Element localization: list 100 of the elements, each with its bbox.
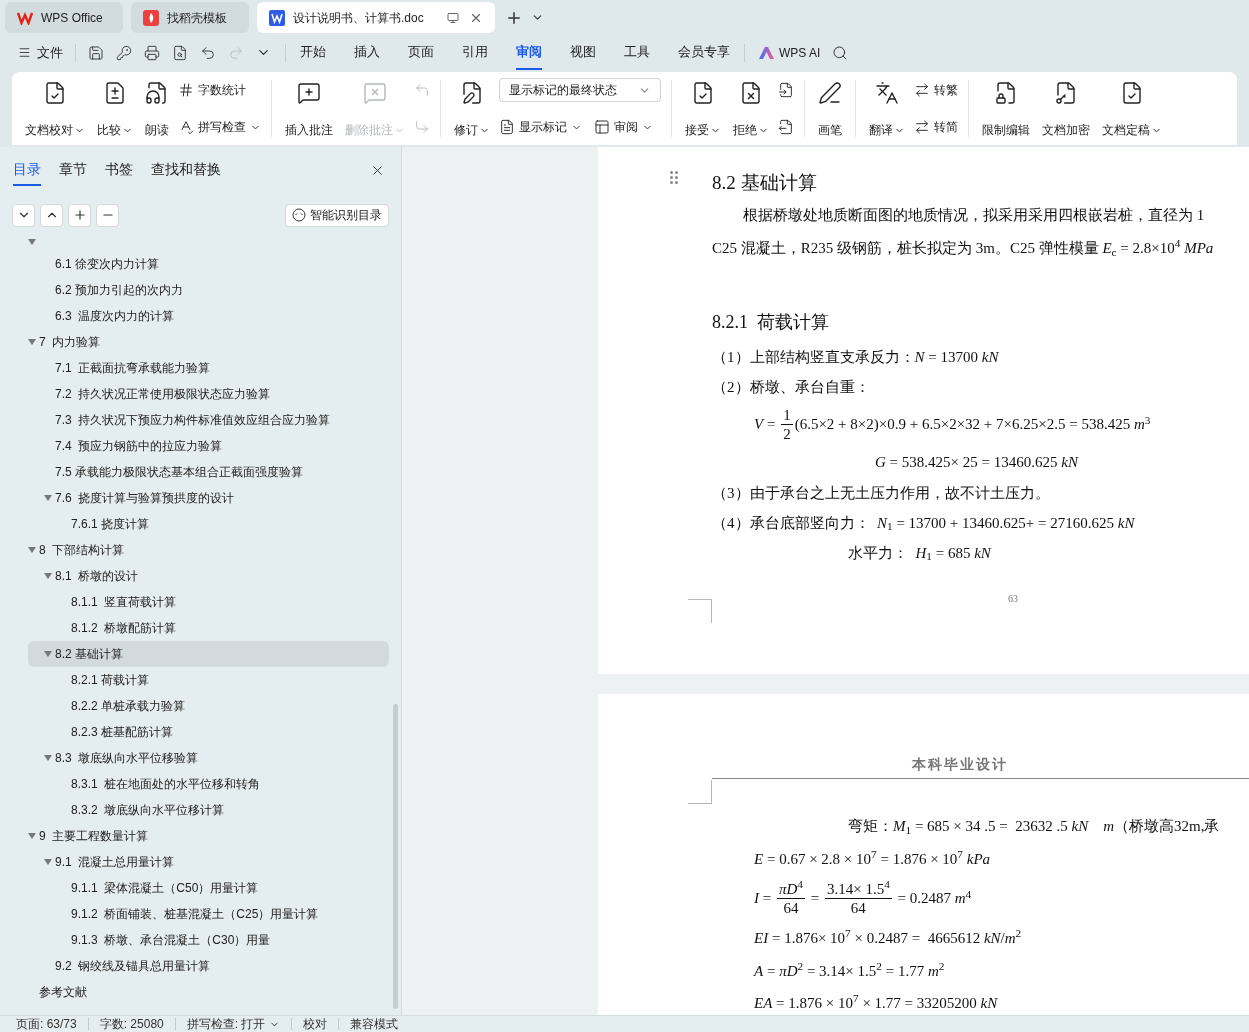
expanded-triangle-icon[interactable] — [44, 651, 52, 657]
outline-item[interactable]: 8.2.3 桩基配筋计算 — [28, 719, 389, 745]
app-tab[interactable]: 设计说明书、计算书.doc — [257, 2, 495, 33]
add-button[interactable] — [68, 203, 91, 227]
ribbon-button[interactable]: 转繁 — [914, 78, 958, 102]
expanded-triangle-icon[interactable] — [44, 859, 52, 865]
outline-item[interactable]: 7.6.1 挠度计算 — [28, 511, 389, 537]
outline-item[interactable]: 9.1.2 桥面铺装、桩基混凝土（C25）用量计算 — [28, 901, 389, 927]
print-preview-icon[interactable] — [172, 44, 188, 61]
menu-icon[interactable] — [18, 46, 31, 59]
ribbon-button[interactable]: 文档定稿 — [1099, 78, 1165, 139]
outline-item[interactable]: 9.1.1 梁体混凝土（C50）用量计算 — [28, 875, 389, 901]
outline-item[interactable]: 参考文献 — [28, 979, 389, 1005]
drag-handle-icon[interactable] — [670, 171, 678, 184]
app-tab[interactable]: WPS Office — [5, 2, 123, 33]
outline-item[interactable]: 7.4 预应力钢筋中的拉应力验算 — [28, 433, 389, 459]
outline-item[interactable]: 8.2 基础计算 — [28, 641, 389, 667]
status-item[interactable]: 字数: 25080 — [99, 1015, 164, 1032]
scrollbar[interactable] — [393, 704, 398, 1009]
ribbon-tab[interactable]: 视图 — [570, 35, 596, 70]
outline-item[interactable]: 8.2.1 荷载计算 — [28, 667, 389, 693]
markup-select[interactable]: 显示标记的最终状态 — [499, 78, 661, 102]
list-item: （3）由于承台之上无土压力作用，故不计土压力。 — [712, 483, 1051, 503]
outline-item[interactable]: 9 主要工程数量计算 — [28, 823, 389, 849]
ribbon-button[interactable]: 插入批注 — [282, 78, 336, 139]
save-icon[interactable] — [88, 44, 104, 61]
fraction: πD$^{4}$ 64 — [776, 880, 805, 917]
ribbon-tab[interactable]: 引用 — [462, 35, 488, 70]
undo-icon[interactable] — [200, 44, 216, 61]
outline-item[interactable]: 6.3 温度次内力的计算 — [28, 303, 389, 329]
expanded-triangle-icon[interactable] — [28, 833, 36, 839]
outline-item[interactable]: 7.6 挠度计算与验算预拱度的设计 — [28, 485, 389, 511]
expanded-triangle-icon[interactable] — [44, 495, 52, 501]
search-icon[interactable] — [832, 44, 849, 61]
panel-tab[interactable]: 查找和替换 — [151, 154, 221, 186]
ribbon-button[interactable]: 修订 — [451, 78, 493, 139]
remove-button[interactable] — [96, 203, 119, 227]
ribbon-tab[interactable]: 会员专享 — [678, 35, 730, 70]
outline-item[interactable]: 9.2 钢绞线及锚具总用量计算 — [28, 953, 389, 979]
outline-item[interactable]: 8 下部结构计算 — [28, 537, 389, 563]
status-item[interactable]: 兼容模式 — [350, 1015, 399, 1032]
ribbon-button[interactable]: 画笔 — [815, 78, 845, 139]
status-item[interactable]: 拼写检查: 打开 — [186, 1015, 281, 1032]
equation-text: EA = 1.876 × 10$^{7}$ × 1.77 = 33205200 kN — [754, 992, 998, 1013]
expanded-triangle-icon[interactable] — [28, 239, 36, 245]
panel-tab[interactable]: 目录 — [13, 154, 41, 186]
outline-item[interactable]: 8.1 桥墩的设计 — [28, 563, 389, 589]
panel-tab[interactable]: 书签 — [105, 154, 133, 186]
smart-toc-button[interactable]: 智能识别目录 — [285, 203, 389, 227]
expand-down-button[interactable] — [12, 203, 35, 227]
expanded-triangle-icon[interactable] — [28, 339, 36, 345]
ribbon-button[interactable]: 文档加密 — [1039, 78, 1093, 139]
file-menu[interactable]: 文件 — [37, 42, 63, 63]
outline-item[interactable]: 9.1.3 桥墩、承台混凝土（C30）用量 — [28, 927, 389, 953]
outline-item[interactable]: 8.2.2 单桩承载力验算 — [28, 693, 389, 719]
outline-item[interactable]: 7.1 正截面抗弯承载能力验算 — [28, 355, 389, 381]
outline-item[interactable]: 7.2 持久状况正常使用极限状态应力验算 — [28, 381, 389, 407]
ribbon-button[interactable]: 文档校对 — [22, 78, 88, 139]
ribbon-tab[interactable]: 工具 — [624, 35, 650, 70]
outline-item[interactable]: 7.3 持久状况下预应力构件标准值效应组合应力验算 — [28, 407, 389, 433]
paragraph-line: 根据桥墩处地质断面图的地质情况，拟采用采用四根嵌岩桩，直径为 1 — [742, 206, 1206, 225]
ribbon-button[interactable]: 显示标记 — [499, 115, 582, 139]
panel-tab[interactable]: 章节 — [59, 154, 87, 186]
expanded-triangle-icon[interactable] — [44, 573, 52, 579]
expanded-triangle-icon[interactable] — [44, 755, 52, 761]
ribbon-button[interactable]: 限制编辑 — [979, 78, 1033, 139]
ribbon-tab[interactable]: 开始 — [300, 35, 326, 70]
app-tab[interactable]: 找稻壳模板 — [131, 2, 249, 33]
ai-button[interactable]: WPS AI — [759, 43, 821, 62]
ribbon-tab[interactable]: 页面 — [408, 35, 434, 70]
key-icon[interactable] — [116, 44, 132, 61]
status-item[interactable]: 校对 — [303, 1015, 328, 1032]
outline-item[interactable]: 8.1.1 竖直荷载计算 — [28, 589, 389, 615]
outline-item[interactable]: 7 内力验算 — [28, 329, 389, 355]
print-icon[interactable] — [144, 44, 160, 61]
collapse-up-button[interactable] — [40, 203, 63, 227]
ribbon-button[interactable]: 字数统计 — [178, 78, 246, 102]
ribbon-tab[interactable]: 审阅 — [516, 35, 542, 70]
page-number: 63 — [1008, 592, 1018, 606]
outline-item[interactable]: 6.1 徐变次内力计算 — [28, 251, 389, 277]
ribbon-button[interactable]: 审阅 — [594, 115, 653, 139]
outline-item[interactable]: 8.3.2 墩底纵向水平位移计算 — [28, 797, 389, 823]
previous-comment-icon — [414, 82, 430, 98]
outline-item[interactable]: 8.3 墩底纵向水平位移验算 — [28, 745, 389, 771]
ribbon-button[interactable]: 朗读 — [142, 78, 172, 139]
ribbon-button[interactable]: 拼写检查 — [178, 115, 261, 139]
ribbon-button[interactable]: 接受 — [682, 78, 724, 139]
status-item[interactable]: 页面: 63/73 — [16, 1015, 77, 1032]
outline-item[interactable]: 7.5 承载能力极限状态基本组合正截面强度验算 — [28, 459, 389, 485]
ribbon-button[interactable]: 翻译 — [866, 78, 908, 139]
outline-item[interactable]: 8.3.1 桩在地面处的水平位移和转角 — [28, 771, 389, 797]
ribbon-tab[interactable]: 插入 — [354, 35, 380, 70]
ribbon-button[interactable]: 拒绝 — [730, 78, 772, 139]
outline-item[interactable]: 6.2 预加力引起的次内力 — [28, 277, 389, 303]
window-icon[interactable] — [447, 11, 459, 24]
ribbon-button[interactable]: 比较 — [94, 78, 136, 139]
ribbon-button[interactable]: 转简 — [914, 115, 958, 139]
expanded-triangle-icon[interactable] — [28, 547, 36, 553]
outline-item[interactable]: 9.1 混凝土总用量计算 — [28, 849, 389, 875]
outline-item[interactable]: 8.1.2 桥墩配筋计算 — [28, 615, 389, 641]
